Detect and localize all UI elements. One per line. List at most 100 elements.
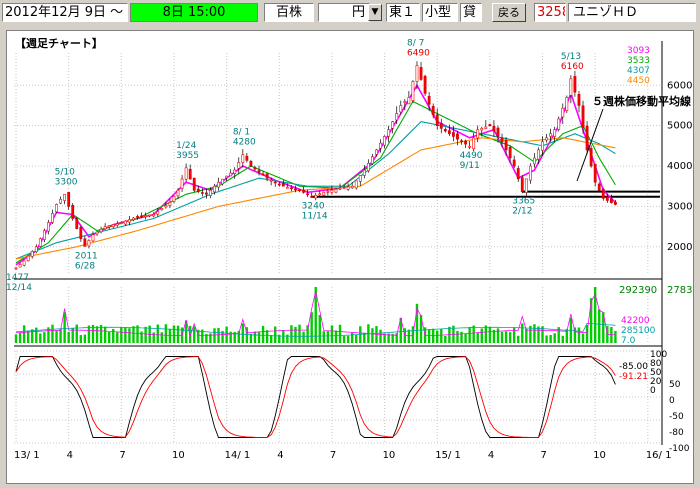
volume-bar: [346, 335, 350, 343]
chart-panel: 13/ 1 4 7 10 14/ 1 4 7 10 15/ 1 4 7 10 16/ 1 2000 3000…: [6, 30, 694, 484]
candle-body: [318, 193, 322, 196]
size-label: 小型: [422, 3, 458, 22]
volume-bar: [464, 333, 467, 343]
price-annotation-value: 1477: [7, 273, 29, 283]
candle-body: [310, 196, 314, 198]
price-annotation-value: 4280: [233, 138, 256, 148]
candle-body: [399, 105, 403, 113]
candle-body: [67, 192, 71, 207]
candle-body: [314, 194, 318, 199]
volume-bar: [488, 326, 492, 343]
candle-body: [358, 175, 362, 182]
stochastic-d-line: [15, 356, 616, 438]
candle-body: [233, 169, 237, 174]
candle-body: [176, 189, 180, 197]
candle-body: [415, 65, 419, 82]
volume-bar: [326, 331, 330, 343]
candle-body: [26, 255, 30, 262]
candle-body: [597, 183, 601, 191]
candle-body: [209, 189, 212, 197]
volume-bar: [257, 331, 261, 343]
volume-bar: [168, 329, 172, 343]
volume-bar: [282, 330, 285, 343]
date-field[interactable]: 2012年12月 9日 ～: [2, 3, 128, 22]
volume-bar: [310, 312, 313, 343]
volume-bar: [128, 328, 131, 343]
candle-body: [47, 222, 50, 232]
candle-body: [569, 78, 573, 96]
volume-bar: [508, 332, 512, 343]
ma-value-label: 3533: [627, 56, 650, 66]
volume-bar: [152, 332, 155, 343]
currency-select[interactable]: 円: [318, 3, 370, 22]
candle-body: [614, 201, 617, 205]
volume-bar: [59, 328, 62, 343]
candle-body: [103, 226, 107, 230]
volume-bar: [112, 328, 115, 343]
volume-bar: [436, 330, 439, 343]
candle-body: [221, 178, 224, 185]
candle-body: [411, 81, 415, 101]
volume-bar: [545, 335, 548, 343]
price-annotation-value: 4490: [460, 151, 483, 161]
candle-body: [213, 185, 216, 193]
candle-body: [172, 196, 176, 202]
candle-body: [375, 149, 378, 155]
dropdown-arrow-icon[interactable]: ▼: [368, 4, 382, 21]
volume-bar: [67, 331, 70, 343]
x-tick-label: 7: [330, 450, 336, 461]
price-annotation-value: 3240: [302, 202, 325, 212]
back-button[interactable]: 戻る: [492, 3, 526, 22]
candle-body: [281, 183, 285, 187]
x-tick-label: 10: [593, 450, 606, 461]
volume-bar: [476, 332, 479, 343]
volume-bar: [253, 331, 257, 343]
candle-body: [63, 193, 67, 201]
volume-bar: [71, 328, 74, 343]
volume-bar: [18, 332, 22, 343]
candle-body: [298, 189, 301, 192]
price-annotation-date: 2/12: [512, 207, 532, 217]
price-annotation-value: 3300: [55, 177, 78, 187]
unit-label: 百株: [264, 3, 314, 22]
candle-body: [245, 155, 249, 161]
volume-bar: [140, 331, 143, 343]
volume-bar: [269, 334, 273, 343]
chart-title: 【週足チャート】: [15, 36, 103, 50]
candle-body: [334, 188, 338, 193]
period-field[interactable]: 8日 15:00: [130, 3, 258, 22]
ma-annotation: ５週株価移動平均線: [592, 94, 691, 108]
x-tick-label: 13/ 1: [14, 450, 40, 461]
candle-body: [322, 191, 326, 196]
ma-value-label: 4450: [627, 76, 650, 86]
candle-body: [484, 126, 488, 129]
candle-body: [55, 204, 58, 213]
volume-bar: [338, 324, 342, 343]
volume-bar: [63, 312, 66, 343]
volume-bar: [431, 328, 435, 343]
candle-body: [395, 113, 399, 121]
stochastic-tick-right: -50: [669, 412, 684, 422]
volume-bar: [342, 335, 346, 343]
volume-bar: [298, 324, 301, 343]
margin-label: 貸: [460, 3, 482, 22]
volume-bar: [217, 327, 220, 343]
candle-body: [204, 192, 208, 195]
x-tick-label: 7: [541, 450, 547, 461]
candle-body: [34, 246, 38, 252]
volume-bar: [172, 325, 176, 343]
candle-body: [565, 97, 569, 111]
candle-body: [537, 149, 540, 160]
candle-body: [447, 130, 451, 135]
volume-bar: [290, 325, 293, 343]
volume-bar: [43, 332, 46, 343]
candle-body: [168, 202, 172, 206]
volume-bar: [274, 326, 277, 343]
candle-body: [277, 183, 281, 186]
candle-body: [136, 216, 139, 218]
x-tick-label: 7: [119, 450, 125, 461]
stochastic-tick-right: 50: [669, 380, 681, 390]
candle-body: [528, 165, 532, 181]
price-annotation-date: 11/14: [302, 212, 328, 222]
candle-body: [156, 211, 160, 215]
